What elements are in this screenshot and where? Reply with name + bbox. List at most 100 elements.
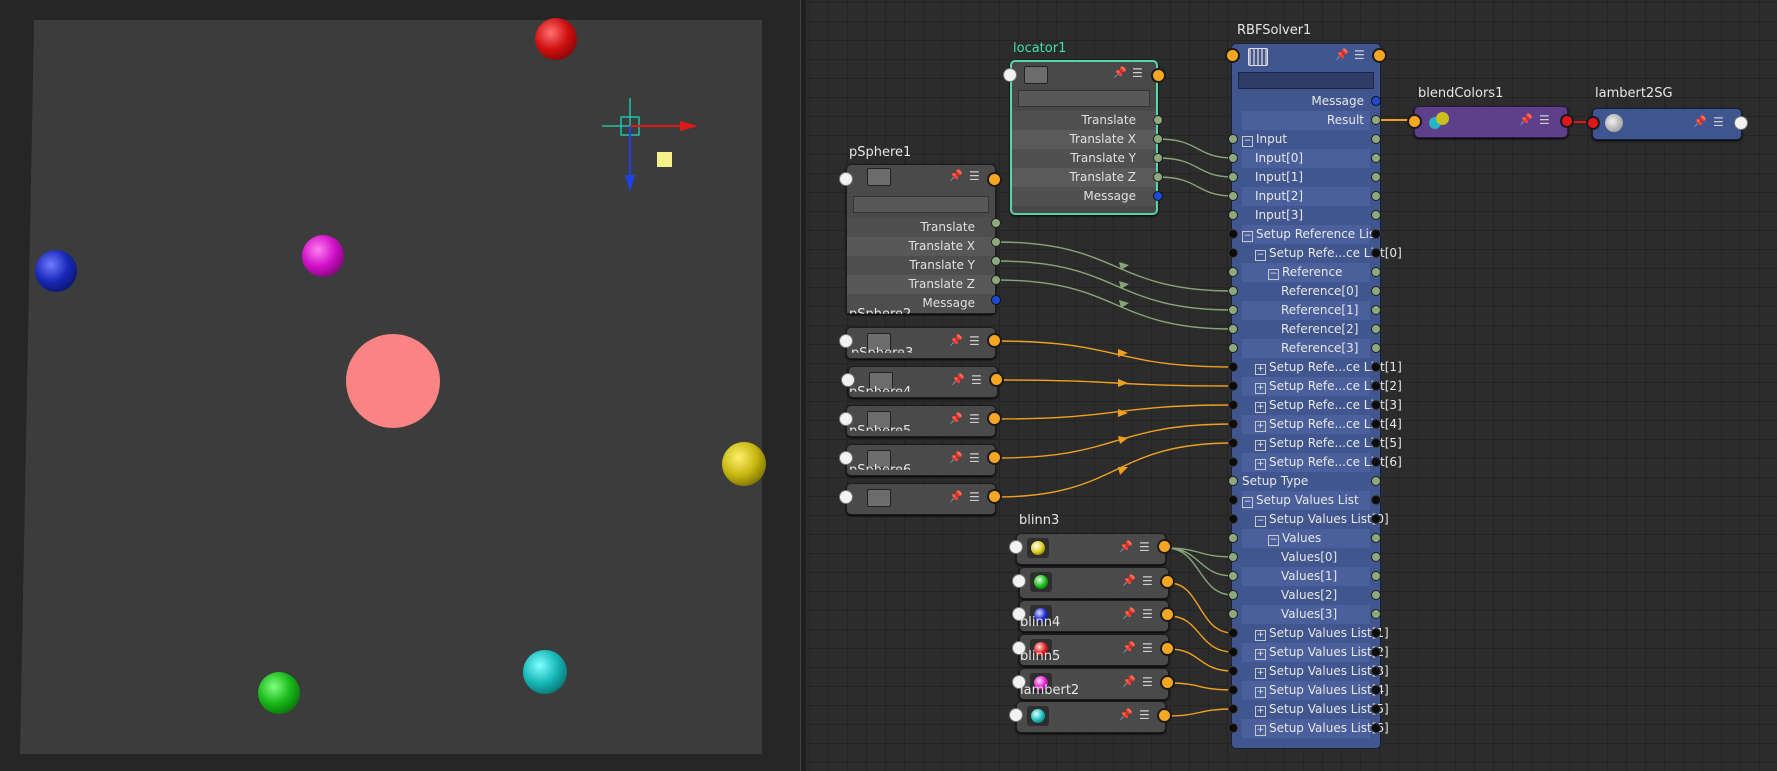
attribute-list-icon[interactable]: ☰	[1142, 608, 1157, 620]
expand-collapse-icon[interactable]: −	[1242, 497, 1253, 508]
rbf-input-port[interactable]	[1228, 381, 1238, 391]
pin-icon[interactable]: 📌	[949, 412, 963, 425]
rbf-output-port[interactable]	[1371, 514, 1381, 524]
rbf-attr-row[interactable]: Input[3]	[1242, 206, 1370, 225]
attribute-list-icon[interactable]: ☰	[1142, 642, 1157, 654]
rbf-attr-row[interactable]: Input[1]	[1242, 168, 1370, 187]
viewport-panel[interactable]	[0, 0, 800, 771]
rbf-message-port[interactable]	[1371, 96, 1381, 106]
pin-icon[interactable]: 📌	[951, 373, 965, 386]
psphere2-input-port[interactable]	[839, 334, 853, 348]
blendcolors1-input-port[interactable]	[1407, 114, 1422, 129]
rbf-output-port[interactable]	[1371, 400, 1381, 410]
locator1-output-port[interactable]	[1151, 68, 1166, 83]
rbfsolver1-output-port[interactable]	[1372, 48, 1387, 63]
rbf-input-port[interactable]	[1228, 134, 1238, 144]
pin-icon[interactable]: 📌	[1335, 48, 1349, 61]
rbf-input-port[interactable]	[1228, 571, 1238, 581]
rbf-output-port[interactable]	[1371, 609, 1381, 619]
psphere1-input-port[interactable]	[839, 172, 853, 186]
rbf-input-port[interactable]	[1228, 324, 1238, 334]
attribute-list-icon[interactable]: ☰	[969, 335, 984, 347]
psphere1-ty-port[interactable]	[991, 256, 1001, 266]
rbf-input-port[interactable]	[1228, 666, 1238, 676]
rbf-attr-row[interactable]: Values[0]	[1242, 548, 1370, 567]
expand-collapse-icon[interactable]: −	[1255, 250, 1266, 261]
rbf-input-port[interactable]	[1228, 704, 1238, 714]
psphere3-input-port[interactable]	[841, 373, 855, 387]
rbf-output-port[interactable]	[1371, 248, 1381, 258]
rbf-output-port[interactable]	[1371, 210, 1381, 220]
psphere1-output-port[interactable]	[987, 172, 1002, 187]
psphere3-output-port[interactable]	[989, 372, 1004, 387]
rbf-input-port[interactable]	[1228, 609, 1238, 619]
blinn5-output-port[interactable]	[1160, 675, 1175, 690]
expand-collapse-icon[interactable]: +	[1255, 630, 1266, 641]
rbf-output-port[interactable]	[1371, 229, 1381, 239]
attribute-list-icon[interactable]: ☰	[1142, 676, 1157, 688]
rbf-output-port[interactable]	[1371, 685, 1381, 695]
lambert2-input-port[interactable]	[1009, 708, 1023, 722]
attribute-list-icon[interactable]: ☰	[969, 170, 984, 182]
locator1-message-port[interactable]	[1153, 191, 1163, 201]
expand-collapse-icon[interactable]: −	[1268, 269, 1279, 280]
rbf-output-port[interactable]	[1371, 343, 1381, 353]
psphere4-input-port[interactable]	[839, 412, 853, 426]
rbf-input-port[interactable]	[1228, 419, 1238, 429]
rbf-attr-row[interactable]: Setup Type	[1242, 472, 1370, 491]
rbf-output-port[interactable]	[1371, 191, 1381, 201]
rbf-input-port[interactable]	[1228, 362, 1238, 372]
rbf-input-port[interactable]	[1228, 229, 1238, 239]
rbf-attr-row[interactable]: − Reference	[1242, 263, 1370, 282]
rbf-output-port[interactable]	[1371, 134, 1381, 144]
rbf-input-port[interactable]	[1228, 172, 1238, 182]
rbf-input-port[interactable]	[1228, 438, 1238, 448]
locator1-search-bar[interactable]	[1018, 90, 1150, 107]
rbf-attr-row[interactable]: Values[3]	[1242, 605, 1370, 624]
expand-collapse-icon[interactable]: +	[1255, 421, 1266, 432]
rbf-input-port[interactable]	[1228, 628, 1238, 638]
rbf-attr-row[interactable]: + Setup Values List[1]	[1242, 624, 1389, 643]
psphere5-output-port[interactable]	[987, 450, 1002, 465]
rbf-output-port[interactable]	[1371, 438, 1381, 448]
rbf-attr-row[interactable]: − Setup Reference List	[1242, 225, 1380, 244]
rbf-attr-row[interactable]: Message	[1242, 92, 1370, 111]
lambert2sg-input-port[interactable]	[1586, 116, 1600, 130]
psphere1-node[interactable]: 📌 ☰ Translate Translate X Translate Y Tr…	[846, 164, 996, 314]
rbf-input-port[interactable]	[1228, 514, 1238, 524]
rbf-input-port[interactable]	[1228, 552, 1238, 562]
lambert2-node[interactable]: 📌 ☰	[1016, 701, 1166, 733]
rbf-attr-row[interactable]: + Setup Values List[2]	[1242, 643, 1389, 662]
rbf-attr-row[interactable]: + Setup Refe...ce List[6]	[1242, 453, 1402, 472]
lambert2-output-port[interactable]	[1157, 708, 1172, 723]
blinn3-output-port[interactable]	[1157, 539, 1172, 554]
pin-icon[interactable]: 📌	[1693, 115, 1707, 128]
locator1-input-port[interactable]	[1003, 68, 1017, 82]
rbf-attr-row[interactable]: + Setup Refe...ce List[2]	[1242, 377, 1402, 396]
rbf-input-port[interactable]	[1228, 647, 1238, 657]
green-sphere[interactable]	[258, 672, 300, 714]
rbf-attr-row[interactable]: − Setup Values List	[1242, 491, 1370, 510]
rbf-output-port[interactable]	[1371, 362, 1381, 372]
attribute-list-icon[interactable]: ☰	[1539, 114, 1554, 126]
rbf-attr-row[interactable]: − Setup Values List[0]	[1242, 510, 1389, 529]
expand-collapse-icon[interactable]: −	[1268, 535, 1279, 546]
expand-collapse-icon[interactable]: +	[1255, 668, 1266, 679]
rbf-input-port[interactable]	[1228, 590, 1238, 600]
lambert2sg-output-port[interactable]	[1734, 116, 1748, 130]
rbf-attr-row[interactable]: + Setup Values List[5]	[1242, 700, 1389, 719]
rbf-output-port[interactable]	[1371, 476, 1381, 486]
rbf-input-port[interactable]	[1228, 210, 1238, 220]
psphere6-input-port[interactable]	[839, 490, 853, 504]
yellow-sphere[interactable]	[722, 442, 766, 486]
rbf-attr-row[interactable]: Input[0]	[1242, 149, 1370, 168]
rbf-input-port[interactable]	[1228, 267, 1238, 277]
rbf-input-port[interactable]	[1228, 248, 1238, 258]
rbf-result-port[interactable]	[1371, 115, 1381, 125]
expand-collapse-icon[interactable]: +	[1255, 402, 1266, 413]
rbf-attr-row[interactable]: Result	[1242, 111, 1370, 130]
rbf-input-port[interactable]	[1228, 305, 1238, 315]
attribute-list-icon[interactable]: ☰	[969, 413, 984, 425]
psphere1-search-bar[interactable]	[853, 196, 989, 213]
rbf-output-port[interactable]	[1371, 419, 1381, 429]
